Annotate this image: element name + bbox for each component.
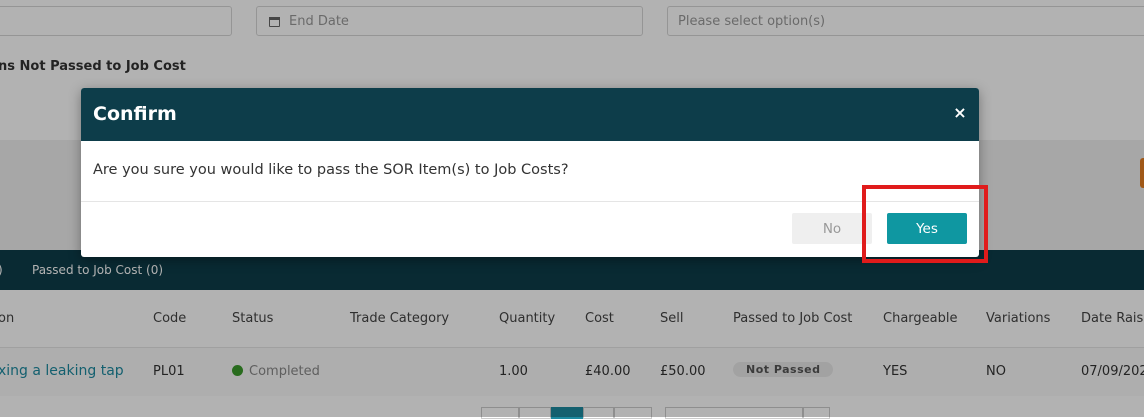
dialog-body: Are you sure you would like to pass the … xyxy=(81,141,979,202)
dialog-header: Confirm × xyxy=(81,88,979,141)
close-icon[interactable]: × xyxy=(951,102,969,124)
highlight-box xyxy=(862,185,988,263)
no-button[interactable]: No xyxy=(792,213,872,244)
dialog-title: Confirm xyxy=(93,103,177,125)
confirm-dialog: Confirm × Are you sure you would like to… xyxy=(81,88,979,257)
dialog-message: Are you sure you would like to pass the … xyxy=(93,162,569,178)
